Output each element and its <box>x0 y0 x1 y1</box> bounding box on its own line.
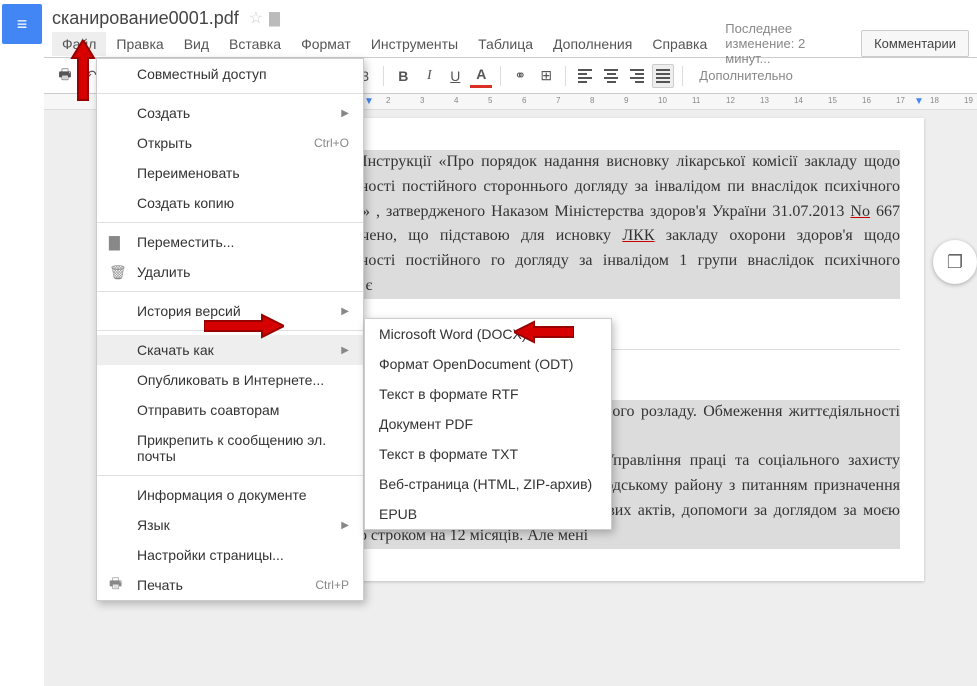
menu-item-doc-info[interactable]: Информация о документе <box>97 480 363 510</box>
menu-format[interactable]: Формат <box>291 32 361 56</box>
ruler-tick: 10 <box>658 96 667 105</box>
indent-marker-icon[interactable]: ▼ <box>364 96 374 107</box>
submenu-item-docx[interactable]: Microsoft Word (DOCX) <box>365 319 611 349</box>
underline-button[interactable]: U <box>444 64 466 88</box>
document-title[interactable]: сканирование0001.pdf <box>52 8 239 29</box>
menu-item-page-setup[interactable]: Настройки страницы... <box>97 540 363 570</box>
menu-item-email-attachment[interactable]: Прикрепить к сообщению эл. почты <box>97 425 363 471</box>
ruler-tick: 12 <box>726 96 735 105</box>
folder-icon[interactable]: ▇ <box>269 10 280 27</box>
ruler-tick: 18 <box>930 96 939 105</box>
ruler-tick: 17 <box>896 96 905 105</box>
align-justify-button[interactable] <box>652 64 674 88</box>
bold-button[interactable]: B <box>392 64 414 88</box>
toolbar-more[interactable]: Дополнительно <box>689 68 793 83</box>
align-left-button[interactable] <box>574 64 596 88</box>
app-rail: ≡ <box>0 0 44 686</box>
menu-item-new[interactable]: Создать▶ <box>97 98 363 128</box>
insert-link-icon[interactable]: ⚭ <box>509 64 531 88</box>
ruler-tick: 11 <box>692 96 700 105</box>
align-center-button[interactable] <box>600 64 622 88</box>
ruler-tick: 5 <box>488 96 492 105</box>
menu-item-print[interactable]: 🖶ПечатьCtrl+P <box>97 570 363 600</box>
italic-button[interactable]: I <box>418 64 440 88</box>
menu-item-rename[interactable]: Переименовать <box>97 158 363 188</box>
submenu-item-html[interactable]: Веб-страница (HTML, ZIP-архив) <box>365 469 611 499</box>
menu-item-make-copy[interactable]: Создать копию <box>97 188 363 218</box>
ruler-tick: 14 <box>794 96 803 105</box>
align-right-button[interactable] <box>626 64 648 88</box>
print-icon: 🖶 <box>109 573 122 597</box>
menu-tools[interactable]: Инструменты <box>361 32 468 56</box>
annotation-arrow-file <box>64 40 102 110</box>
comments-button[interactable]: Комментарии <box>861 30 969 57</box>
docs-home-icon[interactable]: ≡ <box>2 4 42 44</box>
ruler-tick: 15 <box>828 96 837 105</box>
submenu-item-epub[interactable]: EPUB <box>365 499 611 529</box>
right-margin-marker-icon[interactable]: ▼ <box>914 96 924 107</box>
trash-icon: 🗑 <box>109 264 127 281</box>
submenu-item-pdf[interactable]: Документ PDF <box>365 409 611 439</box>
ruler-tick: 9 <box>624 96 628 105</box>
download-as-submenu: Microsoft Word (DOCX) Формат OpenDocumen… <box>364 318 612 530</box>
ruler-tick: 3 <box>420 96 424 105</box>
ruler-tick: 6 <box>522 96 526 105</box>
ruler-tick: 4 <box>454 96 458 105</box>
submenu-item-txt[interactable]: Текст в формате TXT <box>365 439 611 469</box>
menu-table[interactable]: Таблица <box>468 32 543 56</box>
insert-comment-icon[interactable]: ⊞ <box>535 64 557 88</box>
menu-item-share[interactable]: Совместный доступ <box>97 59 363 89</box>
folder-icon: ▇ <box>109 234 120 251</box>
menu-edit[interactable]: Правка <box>106 32 173 56</box>
ruler-tick: 8 <box>590 96 594 105</box>
ruler-tick: 13 <box>760 96 769 105</box>
ruler-tick: 19 <box>964 96 973 105</box>
menu-addons[interactable]: Дополнения <box>543 32 642 56</box>
annotation-arrow-docx <box>514 320 574 344</box>
paragraph[interactable]: ктом 4 Інструкції «Про порядок надання в… <box>308 150 900 299</box>
menu-help[interactable]: Справка <box>642 32 717 56</box>
text-color-button[interactable]: A <box>470 64 492 88</box>
menu-item-language[interactable]: Язык▶ <box>97 510 363 540</box>
menu-item-publish[interactable]: Опубликовать в Интернете... <box>97 365 363 395</box>
submenu-item-rtf[interactable]: Текст в формате RTF <box>365 379 611 409</box>
ruler-tick: 16 <box>862 96 871 105</box>
submenu-item-odt[interactable]: Формат OpenDocument (ODT) <box>365 349 611 379</box>
menu-item-move[interactable]: ▇Переместить... <box>97 227 363 257</box>
menu-item-email-collaborators[interactable]: Отправить соавторам <box>97 395 363 425</box>
ruler-tick: 2 <box>386 96 390 105</box>
menu-item-delete[interactable]: 🗑Удалить <box>97 257 363 287</box>
menu-item-open[interactable]: ОткрытьCtrl+O <box>97 128 363 158</box>
explore-button[interactable]: ❐ <box>933 240 977 284</box>
menu-view[interactable]: Вид <box>174 32 219 56</box>
menu-insert[interactable]: Вставка <box>219 32 291 56</box>
ruler-tick: 7 <box>556 96 560 105</box>
annotation-arrow-download <box>204 312 284 340</box>
star-icon[interactable]: ☆ <box>249 8 263 28</box>
menu-bar: Файл Правка Вид Вставка Формат Инструмен… <box>44 30 977 58</box>
